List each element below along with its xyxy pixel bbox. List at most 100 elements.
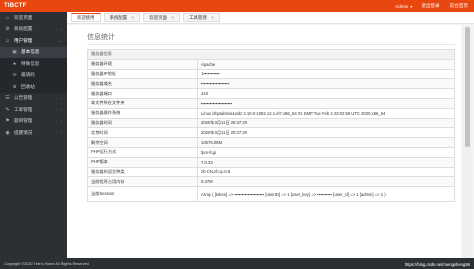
row-key: 北京时间	[87, 127, 198, 139]
tab-welcome-page[interactable]: 欢迎页面 ✕	[143, 13, 181, 22]
user-menu[interactable]: Admin ▾	[395, 4, 412, 9]
special-user-icon: ★	[12, 60, 17, 66]
watermark-text: https://blog.csdn.net/mengsheng86	[404, 262, 470, 267]
sidebar-item-notice-management[interactable]: ☰ 公告管理 ‹	[0, 93, 67, 105]
top-bar: TIBCTF Admin ▾ 退出登录 前台首页	[0, 0, 474, 12]
row-key: PHP版本	[87, 156, 198, 168]
tab-label: 欢迎页面	[149, 14, 167, 20]
tab-tool-management[interactable]: 工具管理 ✕	[183, 13, 220, 22]
table-row: 当前Session Array ( [token] => ▪▪▪▪▪▪▪▪▪▪▪▪…	[87, 186, 455, 203]
chevron-down-icon: ▾	[410, 3, 413, 9]
user-info-icon: ▣	[12, 49, 17, 55]
row-value: 0.37M	[197, 176, 455, 188]
close-icon[interactable]: ✕	[211, 15, 214, 20]
sidebar-item-ticket-management[interactable]: ✎ 工单管理 ‹	[0, 104, 67, 116]
sidebar-subitem-label: 基本信息	[21, 49, 40, 55]
sidebar-item-welcome[interactable]: ⌂ 欢迎页面	[0, 12, 67, 24]
row-value: 7.0.33	[197, 156, 455, 168]
sidebar-item-system-config[interactable]: ⚙ 系统配置 ‹	[0, 24, 67, 36]
sidebar-item-label: 工单管理	[14, 106, 33, 112]
tab-label: 工具管理	[189, 14, 207, 20]
row-value: 10576.09M	[197, 137, 455, 148]
row-value: ▪▪▪▪▪▪▪▪▪▪▪▪▪▪▪▪▪▪▪▪▪	[197, 97, 455, 109]
table-row: 服务器操作系统 Linux izbpIabima1wdz 3.10.0-1062.…	[87, 107, 455, 119]
main-content: 信息统计 服务器信息 服务器环境 Apache 服务器IP地址 1▪▪▪▪▪▪▪▪▪▪…	[67, 25, 461, 258]
row-value: 1▪▪▪▪▪▪▪▪▪▪▪	[197, 68, 455, 80]
chevron-left-icon: ‹	[60, 118, 62, 124]
sidebar-subitem-recycle-bin[interactable]: ♻ 回收站	[0, 81, 67, 93]
scrollbar[interactable]	[463, 25, 471, 258]
row-value: 443	[197, 88, 455, 99]
sidebar-item-user-management[interactable]: ☺ 用户管理 ⌄	[0, 35, 67, 47]
table-row: 剩余空间 10576.09M	[87, 137, 455, 148]
table-header-row: 服务器信息	[87, 49, 455, 60]
server-info-table: 服务器信息 服务器环境 Apache 服务器IP地址 1▪▪▪▪▪▪▪▪▪▪▪ 服务器域…	[87, 49, 455, 203]
chevron-down-icon: ⌄	[58, 38, 62, 44]
tab-bar: 欢迎使用 系统配置 ✕ 欢迎页面 ✕ 工具管理 ✕	[67, 12, 474, 24]
sidebar-subitem-label: 回收站	[21, 83, 35, 89]
sidebar-item-status[interactable]: ◉ 提醒情况 ‹	[0, 127, 67, 139]
row-key: 剩余空间	[87, 137, 198, 148]
divider	[87, 44, 455, 45]
sidebar-subitem-special-info[interactable]: ★ 特殊信息	[0, 58, 67, 70]
row-value: zh-CN,zh;q=0.9	[197, 166, 455, 178]
close-icon[interactable]: ✕	[131, 15, 134, 20]
row-key: 服务器环境	[87, 58, 198, 70]
chevron-left-icon: ‹	[60, 107, 62, 113]
row-key: 本文件所在文件夹	[87, 97, 198, 109]
row-value: fpm-fcgi	[197, 146, 455, 158]
logo: TIBCTF	[4, 3, 27, 9]
sidebar-item-challenge-management[interactable]: ⚑ 题目管理 ‹	[0, 116, 67, 128]
chevron-left-icon: ‹	[60, 130, 62, 136]
close-icon[interactable]: ✕	[171, 15, 174, 20]
row-key: 服务器时间	[87, 117, 198, 129]
tab-label: 欢迎使用	[77, 14, 95, 20]
sidebar-item-label: 提醒情况	[14, 129, 33, 135]
sidebar-subitem-label: 邀请码	[21, 72, 35, 78]
row-key: 服务器的语言种类	[87, 166, 198, 178]
table-row: 服务器端口 443	[87, 88, 455, 99]
copyright-text: Copyright ©2020 Tide's Home All Rights R…	[4, 261, 89, 266]
row-key: 当前Session	[87, 186, 198, 203]
row-value: Array ( [token] => ▪▪▪▪▪▪▪▪▪▪▪▪▪▪▪▪▪▪▪▪ …	[197, 186, 455, 203]
chevron-left-icon: ‹	[60, 26, 62, 32]
tab-welcome[interactable]: 欢迎使用	[71, 13, 101, 22]
page-title: 信息统计	[87, 34, 115, 41]
sidebar-subitem-invite-code[interactable]: ✉ 邀请码	[0, 69, 67, 81]
row-key: PHP运行方式	[87, 146, 198, 158]
notice-icon: ☰	[5, 95, 10, 102]
row-value: 2020年3月11日 20:37:20	[197, 127, 455, 139]
ticket-icon: ✎	[5, 106, 10, 113]
row-value: ▪▪▪▪▪▪▪▪▪▪▪▪▪▪▪▪▪▪▪	[197, 78, 455, 90]
table-row: 服务器IP地址 1▪▪▪▪▪▪▪▪▪▪▪	[87, 68, 455, 80]
table-header: 服务器信息	[87, 49, 455, 60]
scrollbar-thumb[interactable]	[464, 27, 470, 147]
sidebar-item-label: 欢迎页面	[14, 14, 33, 20]
row-value: Apache	[197, 58, 455, 70]
sidebar-item-label: 题目管理	[14, 118, 33, 124]
footer: Copyright ©2020 Tide's Home All Rights R…	[0, 258, 474, 269]
sidebar-item-label: 公告管理	[14, 95, 33, 101]
row-key: 当前程序占用内存	[87, 176, 198, 188]
table-row: PHP版本 7.0.33	[87, 156, 455, 168]
tab-label: 系统配置	[109, 14, 128, 20]
logout-link[interactable]: 退出登录	[421, 3, 439, 9]
frontend-home-link[interactable]: 前台首页	[450, 3, 468, 9]
table-row: 本文件所在文件夹 ▪▪▪▪▪▪▪▪▪▪▪▪▪▪▪▪▪▪▪▪▪	[87, 97, 455, 109]
table-row: 当前程序占用内存 0.37M	[87, 176, 455, 188]
table-row: 服务器环境 Apache	[87, 58, 455, 70]
recycle-bin-icon: ♻	[12, 83, 17, 89]
tab-system-config[interactable]: 系统配置 ✕	[103, 13, 141, 22]
sidebar-item-label: 用户管理	[14, 37, 33, 43]
sidebar-subitem-label: 特殊信息	[21, 60, 40, 66]
row-key: 服务器操作系统	[87, 107, 198, 119]
invite-code-icon: ✉	[12, 72, 17, 78]
users-icon: ☺	[4, 37, 11, 44]
table-row: 服务器域名 ▪▪▪▪▪▪▪▪▪▪▪▪▪▪▪▪▪▪▪	[87, 78, 455, 90]
status-icon: ◉	[5, 129, 10, 136]
table-row: 服务器的语言种类 zh-CN,zh;q=0.9	[87, 166, 455, 178]
table-row: PHP运行方式 fpm-fcgi	[87, 146, 455, 158]
sidebar-subitem-basic-info[interactable]: ▣ 基本信息	[0, 46, 67, 58]
settings-icon: ⚙	[5, 26, 10, 33]
row-key: 服务器端口	[87, 88, 198, 99]
